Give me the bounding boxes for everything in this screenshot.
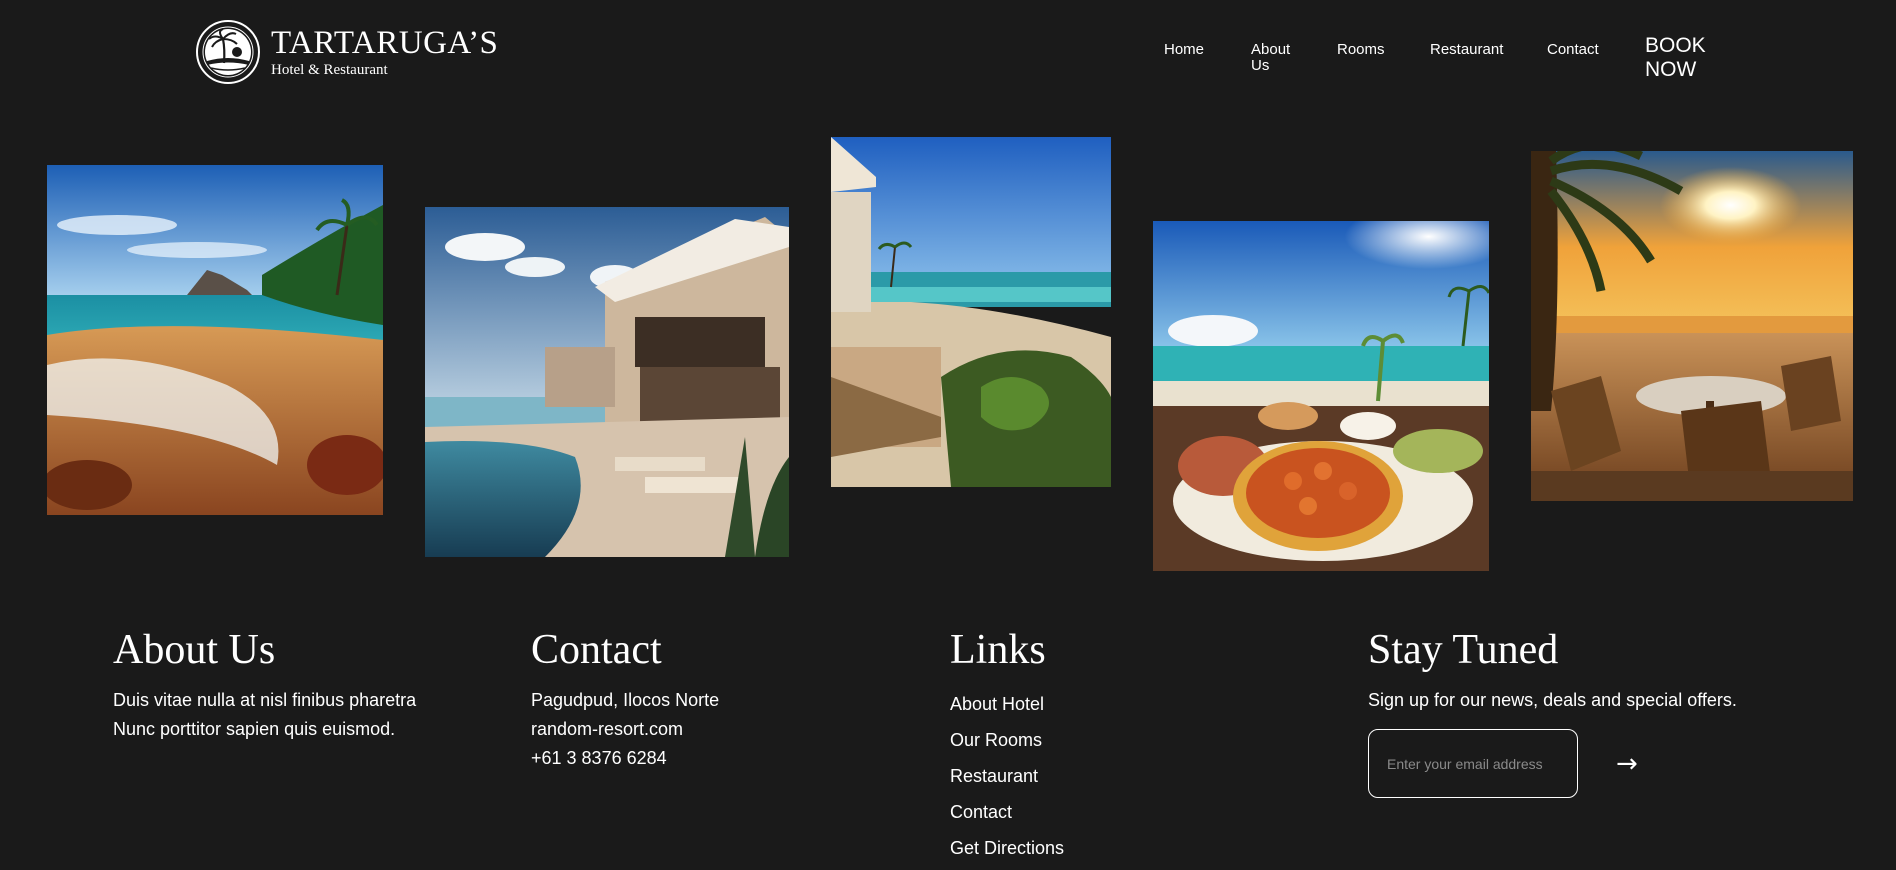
nav-home[interactable]: Home	[1164, 42, 1204, 58]
footer-link-contact[interactable]: Contact	[950, 794, 1250, 830]
arrow-right-icon[interactable]: →	[1616, 749, 1638, 779]
beach-shore-photo	[47, 165, 383, 515]
about-text-line-1: Duis vitae nulla at nisl finibus pharetr…	[113, 690, 417, 710]
beach-terrace-photo	[831, 137, 1111, 487]
footer-contact: Contact Pagudpud, Ilocos Norte random-re…	[531, 627, 891, 773]
nav-about-us[interactable]: About Us	[1251, 42, 1301, 74]
footer-link-get-directions[interactable]: Get Directions	[950, 830, 1250, 866]
about-text-line-2: Nunc porttitor sapien quis euismod.	[113, 719, 396, 739]
contact-phone: +61 3 8376 6284	[531, 748, 667, 768]
footer-about: About Us Duis vitae nulla at nisl finibu…	[113, 627, 473, 744]
newsletter-heading: Stay Tuned	[1368, 627, 1559, 673]
site-header: TARTARUGA’S Hotel & Restaurant Home Abou…	[0, 0, 1896, 100]
book-now-button[interactable]: BOOK NOW	[1645, 34, 1725, 82]
nav-restaurant[interactable]: Restaurant	[1430, 42, 1503, 58]
resort-pool-photo	[425, 207, 789, 557]
footer-links: Links About Hotel Our Rooms Restaurant C…	[950, 627, 1250, 866]
contact-heading: Contact	[531, 627, 662, 673]
email-input[interactable]	[1368, 729, 1578, 798]
nav-rooms[interactable]: Rooms	[1337, 42, 1385, 58]
footer-link-about-hotel[interactable]: About Hotel	[950, 686, 1250, 722]
contact-website: random-resort.com	[531, 719, 684, 739]
contact-address: Pagudpud, Ilocos Norte	[531, 690, 720, 710]
brand-name: TARTARUGA’S	[271, 24, 499, 61]
nav-contact[interactable]: Contact	[1547, 42, 1599, 58]
footer-newsletter: Stay Tuned Sign up for our news, deals a…	[1368, 627, 1788, 798]
brand-subtitle: Hotel & Restaurant	[271, 61, 388, 78]
sunset-dining-photo	[1531, 151, 1853, 501]
seafood-table-photo	[1153, 221, 1489, 571]
footer-link-restaurant[interactable]: Restaurant	[950, 758, 1250, 794]
turtle-palm-emblem-icon	[196, 20, 260, 84]
about-heading: About Us	[113, 627, 276, 673]
links-heading: Links	[950, 627, 1046, 673]
brand-logo[interactable]: TARTARUGA’S Hotel & Restaurant	[193, 19, 498, 85]
newsletter-text: Sign up for our news, deals and special …	[1368, 690, 1737, 710]
footer-link-our-rooms[interactable]: Our Rooms	[950, 722, 1250, 758]
